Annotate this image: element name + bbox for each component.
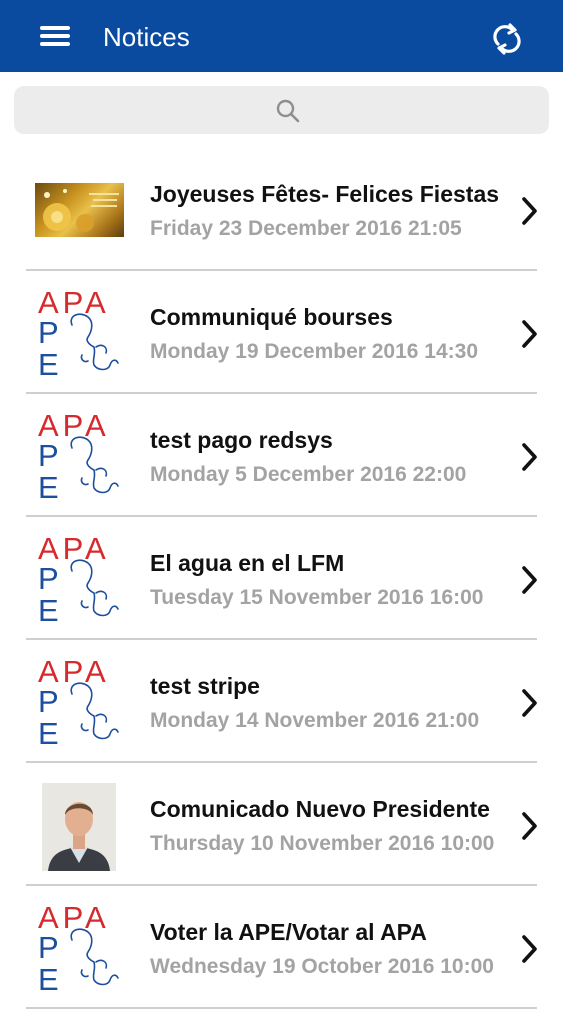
- notice-thumbnail: APA P E: [38, 408, 122, 509]
- logo-text-p: P: [38, 930, 59, 965]
- logo-text-e: E: [38, 347, 59, 381]
- notice-row[interactable]: Comunicado Nuevo Presidente Thursday 10 N…: [0, 763, 563, 886]
- chevron-right-icon: [522, 443, 537, 471]
- notice-thumbnail: [35, 183, 124, 237]
- logo-text-e: E: [38, 593, 59, 627]
- apa-ape-logo: APAPE: [38, 654, 119, 751]
- hamburger-menu-icon[interactable]: [40, 24, 70, 48]
- notice-date: Tuesday 15 November 2016 16:00: [150, 586, 484, 609]
- notice-date: Monday 5 December 2016 22:00: [150, 463, 467, 486]
- apa-ape-logo: APAPE: [38, 531, 119, 628]
- notice-row[interactable]: APA P E test stripe Monday 14 November 2016 …: [0, 640, 563, 763]
- notice-date: Monday 14 November 2016 21:00: [150, 709, 480, 732]
- chevron-right-icon: [522, 197, 537, 225]
- notice-date: Wednesday 19 October 2016 10:00: [150, 955, 494, 978]
- chevron-right-icon: [522, 566, 537, 594]
- notice-thumbnail: APA P E: [38, 900, 122, 1001]
- page-title: Notices: [103, 22, 190, 52]
- notice-row[interactable]: APA P E Voter la APE/Votar al APA Wednesday …: [0, 886, 563, 1009]
- notice-title: Voter la APE/Votar al APA: [150, 919, 427, 945]
- notice-thumbnail: APA P E: [38, 285, 122, 386]
- chevron-right-icon: [522, 935, 537, 963]
- notice-date: Friday 23 December 2016 21:05: [150, 217, 462, 240]
- notice-title: test pago redsys: [150, 427, 333, 453]
- notice-row[interactable]: APA P E Communiqué bourses Monday 19 Decembe…: [0, 271, 563, 394]
- logo-text-e: E: [38, 962, 59, 996]
- notice-row[interactable]: Joyeuses Fêtes- Felices Fiestas Friday 23…: [0, 148, 563, 271]
- logo-text-p: P: [38, 684, 59, 719]
- chevron-right-icon: [522, 812, 537, 840]
- search-input[interactable]: [14, 86, 549, 134]
- notice-title: El agua en el LFM: [150, 550, 345, 576]
- logo-text-p: P: [38, 438, 59, 473]
- notice-title: Joyeuses Fêtes- Felices Fiestas: [150, 181, 500, 207]
- christmas-image: [35, 183, 124, 237]
- logo-text-e: E: [38, 470, 59, 504]
- person-photo: [42, 783, 116, 871]
- logo-text-p: P: [38, 315, 59, 350]
- notice-row[interactable]: APA P E test pago redsys Monday 5 December 2…: [0, 394, 563, 517]
- chevron-right-icon: [522, 689, 537, 717]
- notice-title: Comunicado Nuevo Presidente: [150, 796, 490, 822]
- notice-thumbnail: APA P E: [38, 654, 122, 755]
- notice-title: Communiqué bourses: [150, 304, 393, 330]
- notice-row[interactable]: APA P E El agua en el LFM Tuesday 15 Novembe…: [0, 517, 563, 640]
- apa-ape-logo: APAPE: [38, 285, 119, 382]
- logo-text-e: E: [38, 716, 59, 750]
- notice-thumbnail: [42, 783, 116, 871]
- chevron-right-icon: [522, 320, 537, 348]
- notice-thumbnail: APA P E: [38, 531, 122, 632]
- apa-ape-logo: APAPE: [38, 900, 119, 997]
- notice-title: test stripe: [150, 673, 260, 699]
- search-icon: [276, 99, 300, 123]
- notice-date: Thursday 10 November 2016 10:00: [150, 832, 495, 855]
- app-header: Notices: [0, 0, 563, 72]
- refresh-icon[interactable]: [490, 22, 524, 56]
- apa-ape-logo: APAPE: [38, 408, 119, 505]
- notice-date: Monday 19 December 2016 14:30: [150, 340, 479, 363]
- logo-text-p: P: [38, 561, 59, 596]
